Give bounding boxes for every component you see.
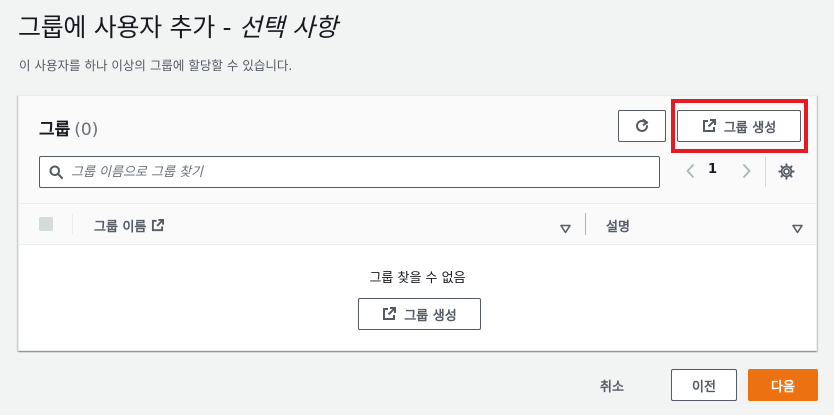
create-group-button[interactable]: 그룹 생성: [677, 110, 801, 142]
column-resizer[interactable]: [585, 213, 586, 235]
select-all-checkbox[interactable]: [39, 217, 53, 231]
page-title-optional: 선택 사항: [238, 13, 338, 42]
groups-panel: 그룹 (0) 그룹 생성 그룹 이름으로 그룹 찾기 1 그룹 이름 설명 그룹…: [18, 95, 817, 351]
previous-button-label: 이전: [692, 379, 716, 395]
external-link-icon: [383, 307, 397, 320]
refresh-icon: [636, 118, 649, 132]
caret-down-icon: [792, 224, 803, 234]
current-page-number[interactable]: 1: [708, 162, 717, 177]
groups-panel-header: 그룹 (0) 그룹 생성 그룹 이름으로 그룹 찾기 1: [19, 96, 816, 203]
next-page-button[interactable]: [738, 160, 754, 182]
group-search-input[interactable]: [71, 164, 631, 180]
external-link-icon: [152, 219, 165, 232]
external-link-icon: [702, 119, 716, 132]
chevron-left-icon: [685, 163, 694, 179]
column-divider: [72, 214, 73, 234]
preferences-button[interactable]: [776, 160, 796, 182]
create-group-button-label: 그룹 생성: [723, 120, 777, 136]
sort-description-button[interactable]: [792, 219, 803, 238]
caret-down-icon: [560, 224, 571, 234]
pagination-divider: [765, 157, 766, 187]
refresh-button[interactable]: [618, 110, 666, 142]
groups-title-label: 그룹: [39, 120, 71, 140]
page-title: 그룹에 사용자 추가 - 선택 사항: [18, 8, 338, 44]
group-search-field[interactable]: [39, 156, 660, 188]
next-button[interactable]: 다음: [748, 369, 818, 401]
empty-state-create-group-label: 그룹 생성: [404, 308, 457, 324]
previous-page-button[interactable]: [682, 160, 698, 182]
column-header-group-name-label: 그룹 이름: [94, 220, 147, 235]
page-title-main: 그룹에 사용자 추가 -: [18, 13, 239, 42]
next-button-label: 다음: [771, 379, 795, 395]
groups-panel-title: 그룹 (0): [39, 115, 98, 140]
page-description: 이 사용자를 하나 이상의 그룹에 할당할 수 있습니다.: [19, 58, 293, 73]
gear-icon: [777, 162, 795, 180]
empty-state-message: 그룹 찾을 수 없음: [369, 271, 466, 286]
column-header-group-name[interactable]: 그룹 이름: [94, 216, 165, 235]
empty-state-create-group-button[interactable]: 그룹 생성: [358, 298, 481, 330]
previous-button[interactable]: 이전: [671, 369, 737, 401]
sort-group-name-button[interactable]: [560, 219, 571, 238]
cancel-button[interactable]: 취소: [600, 376, 624, 395]
chevron-right-icon: [742, 163, 751, 179]
search-icon: [49, 165, 63, 179]
groups-count: (0): [74, 120, 99, 140]
column-header-description[interactable]: 설명: [606, 216, 630, 235]
groups-table-header: 그룹 이름 설명: [19, 203, 816, 245]
